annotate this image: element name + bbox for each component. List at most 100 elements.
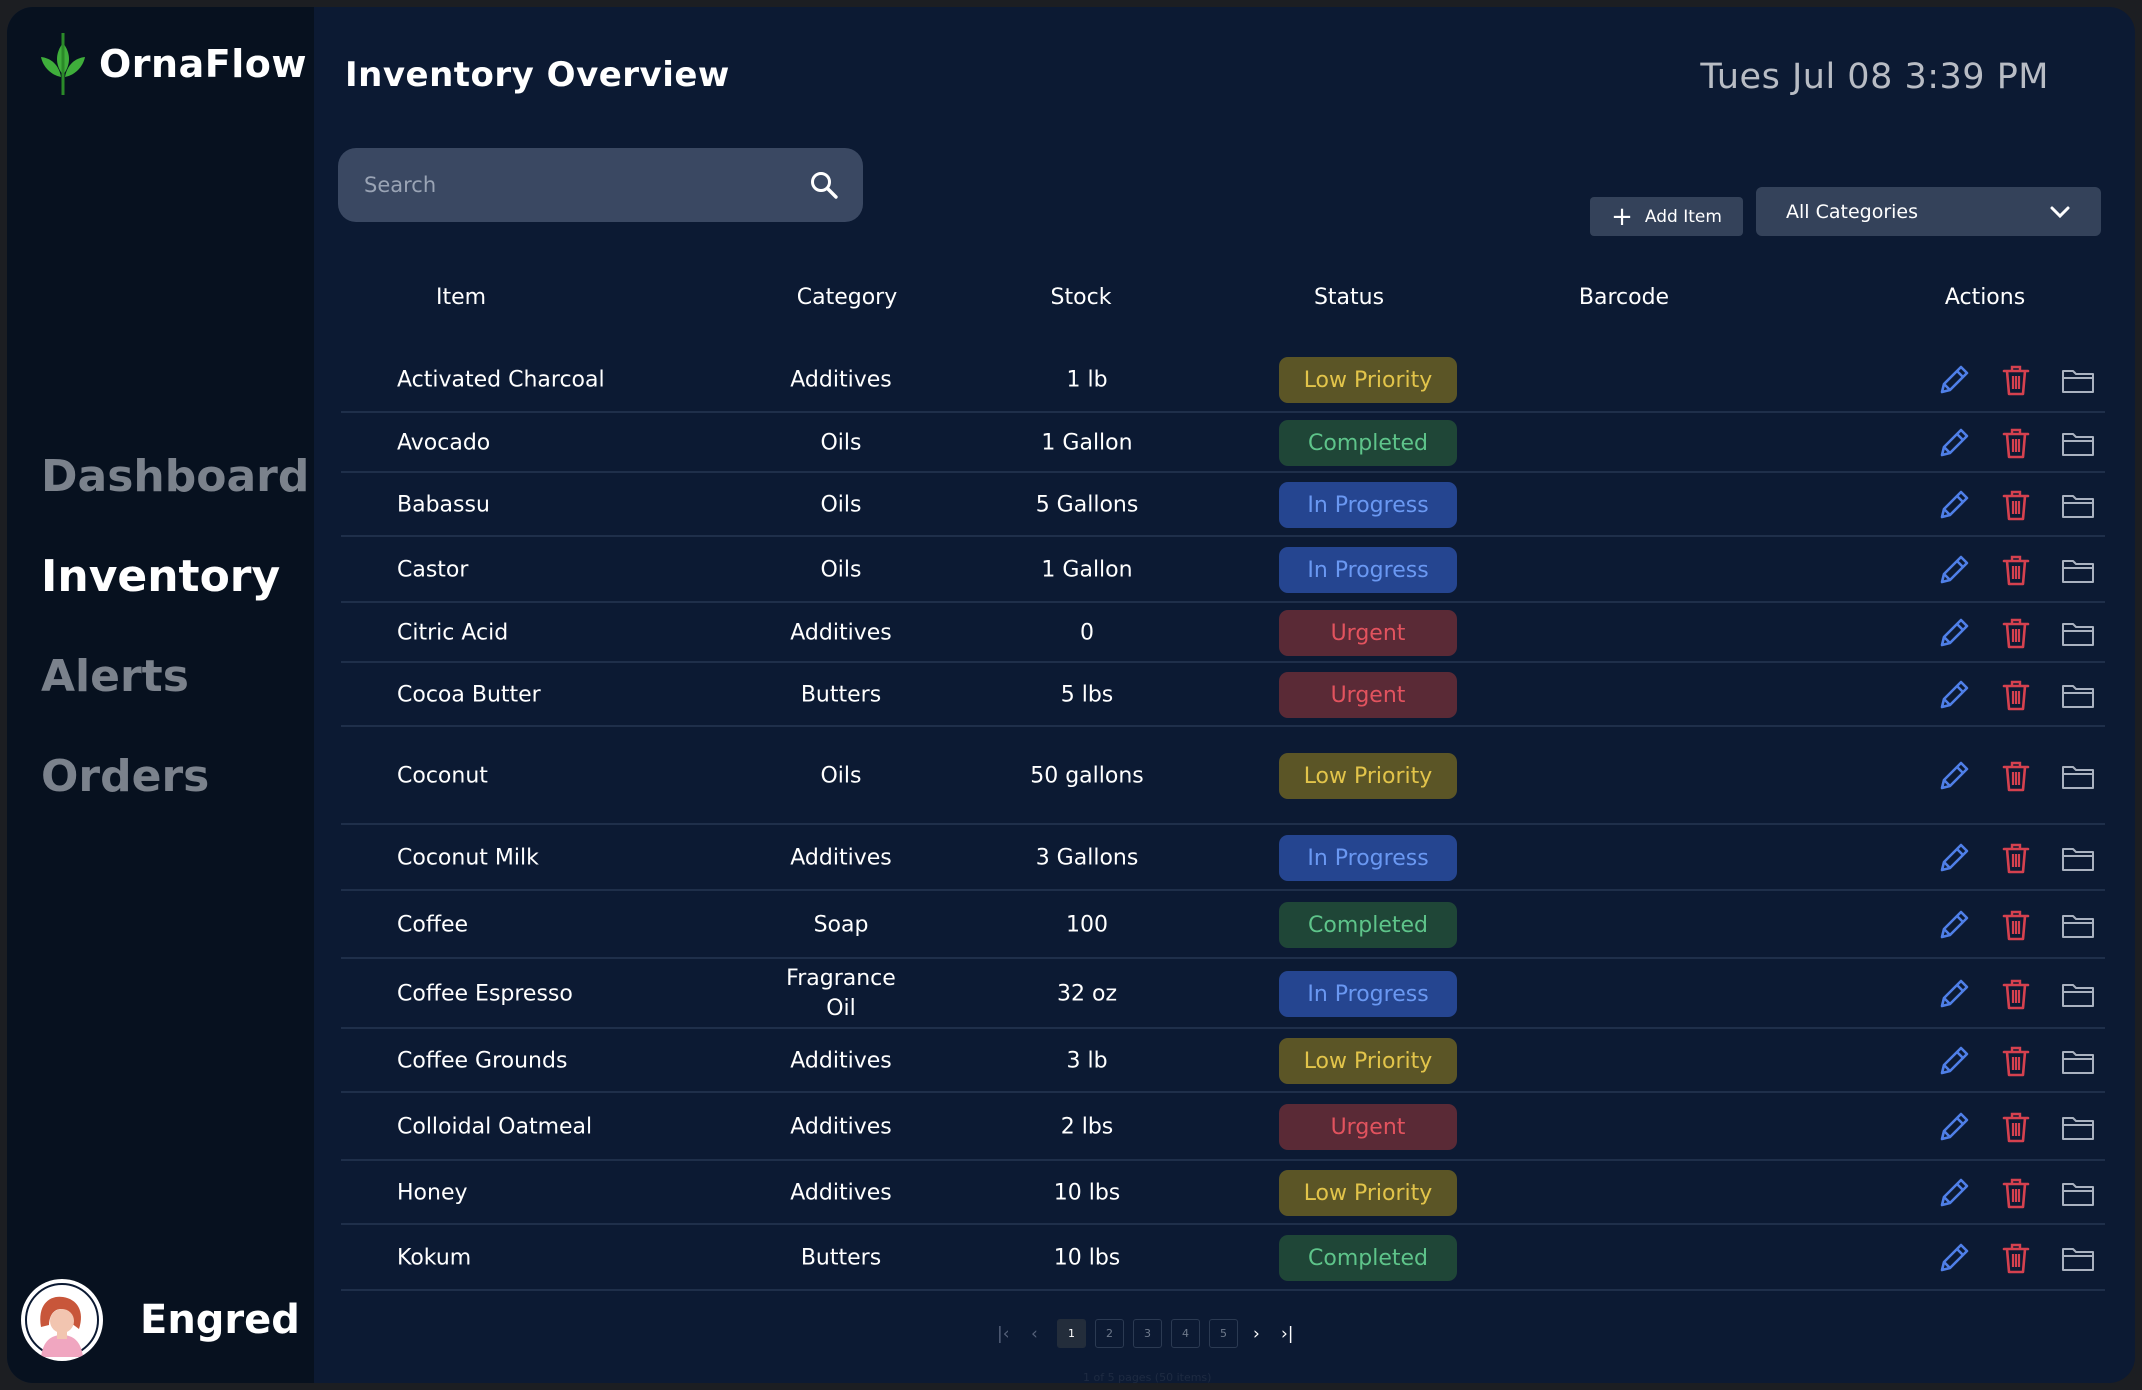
delete-button[interactable] xyxy=(1996,1041,2036,1081)
search-input[interactable] xyxy=(364,173,809,197)
folder-icon xyxy=(2062,848,2094,871)
folder-icon xyxy=(2062,685,2094,708)
item-stock: 10 lbs xyxy=(1053,1180,1121,1206)
folder-button[interactable] xyxy=(2058,613,2098,653)
last-page-icon[interactable]: ›| xyxy=(1281,1319,1294,1348)
status-badge: In Progress xyxy=(1279,835,1457,881)
folder-button[interactable] xyxy=(2058,1107,2098,1147)
table-row[interactable]: Colloidal Oatmeal Additives 2 lbs Urgent xyxy=(341,1093,2105,1161)
edit-button[interactable] xyxy=(1934,838,1974,878)
delete-button[interactable] xyxy=(1996,485,2036,525)
search-bar[interactable] xyxy=(338,148,863,222)
status-badge: Low Priority xyxy=(1279,1170,1457,1216)
delete-button[interactable] xyxy=(1996,550,2036,590)
item-stock: 1 Gallon xyxy=(1041,557,1133,583)
folder-icon xyxy=(2062,623,2094,646)
delete-button[interactable] xyxy=(1996,423,2036,463)
folder-icon xyxy=(2062,1117,2094,1140)
page-button-1[interactable]: 1 xyxy=(1057,1319,1086,1348)
delete-button[interactable] xyxy=(1996,1107,2036,1147)
column-header-status[interactable]: Status xyxy=(1314,285,1384,310)
edit-button[interactable] xyxy=(1934,550,1974,590)
nav-alerts[interactable]: Alerts xyxy=(41,647,309,747)
folder-button[interactable] xyxy=(2058,838,2098,878)
table-row[interactable]: Coffee Espresso Fragrance Oil 32 oz In Progr… xyxy=(341,959,2105,1029)
table-row[interactable]: Cocoa Butter Butters 5 lbs Urgent xyxy=(341,663,2105,727)
table-row[interactable]: Honey Additives 10 lbs Low Priority xyxy=(341,1161,2105,1225)
trash-icon xyxy=(2002,843,2030,874)
folder-button[interactable] xyxy=(2058,1173,2098,1213)
folder-button[interactable] xyxy=(2058,550,2098,590)
edit-button[interactable] xyxy=(1934,360,1974,400)
datetime-display: Tues Jul 08 3:39 PM xyxy=(1700,57,2049,97)
column-header-stock[interactable]: Stock xyxy=(1051,285,1112,310)
table-row[interactable]: Castor Oils 1 Gallon In Progress xyxy=(341,537,2105,603)
delete-button[interactable] xyxy=(1996,905,2036,945)
delete-button[interactable] xyxy=(1996,360,2036,400)
item-category: Fragrance Oil xyxy=(786,964,896,1024)
pencil-icon xyxy=(1940,618,1969,647)
folder-button[interactable] xyxy=(2058,905,2098,945)
table-row[interactable]: Kokum Butters 10 lbs Completed xyxy=(341,1225,2105,1291)
delete-button[interactable] xyxy=(1996,613,2036,653)
edit-button[interactable] xyxy=(1934,974,1974,1014)
edit-button[interactable] xyxy=(1934,485,1974,525)
edit-button[interactable] xyxy=(1934,423,1974,463)
folder-button[interactable] xyxy=(2058,1238,2098,1278)
delete-button[interactable] xyxy=(1996,1173,2036,1213)
page-button-4[interactable]: 4 xyxy=(1171,1319,1200,1348)
prev-page-icon[interactable]: ‹ xyxy=(1031,1319,1038,1348)
category-select[interactable]: All Categories xyxy=(1756,187,2101,236)
status-badge: In Progress xyxy=(1279,482,1457,528)
edit-button[interactable] xyxy=(1934,905,1974,945)
table-row[interactable]: Citric Acid Additives 0 Urgent xyxy=(341,603,2105,663)
nav-dashboard[interactable]: Dashboard xyxy=(41,447,309,547)
edit-button[interactable] xyxy=(1934,1107,1974,1147)
edit-button[interactable] xyxy=(1934,675,1974,715)
edit-button[interactable] xyxy=(1934,1173,1974,1213)
folder-button[interactable] xyxy=(2058,360,2098,400)
page-button-5[interactable]: 5 xyxy=(1209,1319,1238,1348)
status-badge: In Progress xyxy=(1279,971,1457,1017)
page-button-2[interactable]: 2 xyxy=(1095,1319,1124,1348)
column-header-barcode[interactable]: Barcode xyxy=(1579,285,1669,310)
page-button-3[interactable]: 3 xyxy=(1133,1319,1162,1348)
table-row[interactable]: Coconut Oils 50 gallons Low Priority xyxy=(341,727,2105,825)
folder-button[interactable] xyxy=(2058,756,2098,796)
column-header-actions: Actions xyxy=(1944,285,2026,310)
folder-button[interactable] xyxy=(2058,423,2098,463)
next-page-icon[interactable]: › xyxy=(1253,1319,1260,1348)
folder-icon xyxy=(2062,1183,2094,1206)
table-row[interactable]: Activated Charcoal Additives 1 lb Low Prior… xyxy=(341,347,2105,413)
table-row[interactable]: Babassu Oils 5 Gallons In Progress xyxy=(341,473,2105,537)
pencil-icon xyxy=(1940,1243,1969,1272)
app-logo[interactable]: OrnaFlow xyxy=(35,31,307,97)
edit-button[interactable] xyxy=(1934,613,1974,653)
delete-button[interactable] xyxy=(1996,974,2036,1014)
delete-button[interactable] xyxy=(1996,838,2036,878)
edit-button[interactable] xyxy=(1934,1238,1974,1278)
nav-orders[interactable]: Orders xyxy=(41,747,309,847)
first-page-icon[interactable]: |‹ xyxy=(997,1319,1010,1348)
delete-button[interactable] xyxy=(1996,675,2036,715)
table-row[interactable]: Coconut Milk Additives 3 Gallons In Progres… xyxy=(341,825,2105,891)
delete-button[interactable] xyxy=(1996,1238,2036,1278)
table-row[interactable]: Coffee Soap 100 Completed xyxy=(341,891,2105,959)
edit-button[interactable] xyxy=(1934,756,1974,796)
table-row[interactable]: Coffee Grounds Additives 3 lb Low Priority xyxy=(341,1029,2105,1093)
table-row[interactable]: Avocado Oils 1 Gallon Completed xyxy=(341,413,2105,473)
column-header-item[interactable]: Item xyxy=(436,285,486,310)
item-category: Additives xyxy=(790,620,892,646)
nav-inventory[interactable]: Inventory xyxy=(41,547,309,647)
folder-button[interactable] xyxy=(2058,485,2098,525)
delete-button[interactable] xyxy=(1996,756,2036,796)
item-name: Citric Acid xyxy=(397,620,509,646)
folder-button[interactable] xyxy=(2058,974,2098,1014)
folder-button[interactable] xyxy=(2058,1041,2098,1081)
folder-button[interactable] xyxy=(2058,675,2098,715)
column-header-category[interactable]: Category xyxy=(797,285,898,310)
status-badge: Urgent xyxy=(1279,1104,1457,1150)
edit-button[interactable] xyxy=(1934,1041,1974,1081)
search-icon[interactable] xyxy=(809,170,839,200)
add-item-button[interactable]: + Add Item xyxy=(1590,197,1743,236)
